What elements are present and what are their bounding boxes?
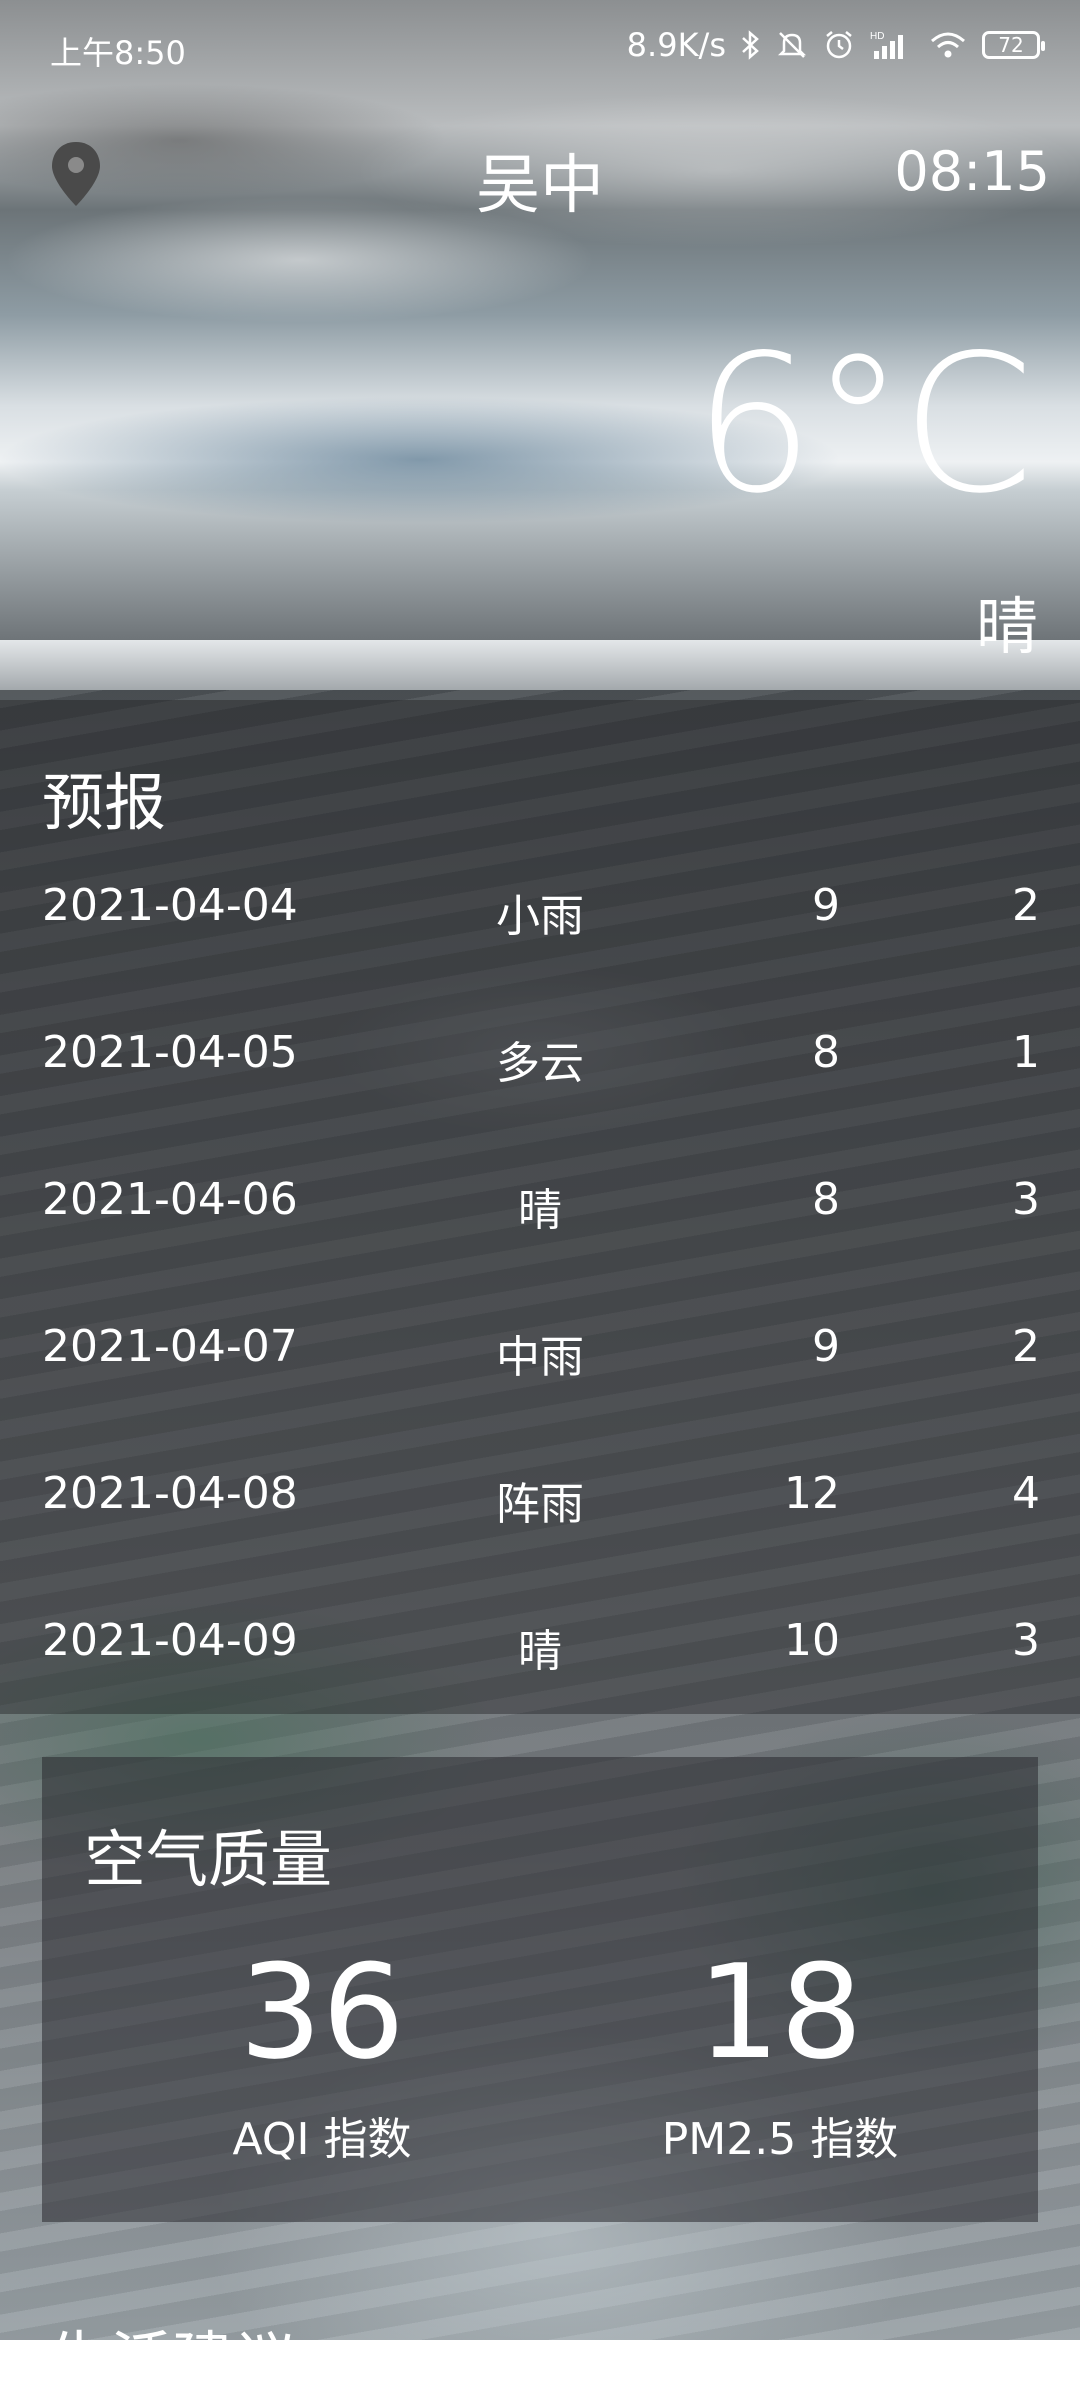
forecast-row: 2021-04-04 小雨 9 2 (0, 850, 1080, 960)
forecast-min: 1 (1012, 1027, 1040, 1078)
air-quality-title: 空气质量 (84, 1823, 333, 1896)
aqi-block: 36 AQI 指数 (102, 1947, 542, 2167)
forecast-condition: 晴 (518, 1185, 562, 1236)
status-bar: 上午8:50 8.9K/s HD 72 (0, 0, 1080, 96)
forecast-row: 2021-04-08 阵雨 12 4 (0, 1438, 1080, 1548)
svg-text:HD: HD (870, 31, 884, 42)
forecast-min: 3 (1012, 1174, 1040, 1225)
net-speed: 8.9K/s (626, 26, 726, 64)
forecast-date: 2021-04-04 (42, 880, 298, 931)
aqi-label: AQI 指数 (232, 2114, 412, 2165)
status-icons: 8.9K/s HD 72 (626, 26, 1045, 64)
battery-level: 72 (998, 33, 1024, 57)
forecast-max: 12 (784, 1468, 840, 1519)
forecast-row: 2021-04-09 晴 10 3 (0, 1585, 1080, 1695)
life-suggestion-title: 生活建议 (48, 2324, 297, 2397)
forecast-condition: 小雨 (496, 891, 584, 942)
forecast-title: 预报 (42, 766, 167, 839)
forecast-condition: 晴 (518, 1626, 562, 1677)
forecast-max: 9 (812, 1321, 840, 1372)
forecast-row: 2021-04-06 晴 8 3 (0, 1144, 1080, 1254)
forecast-date: 2021-04-08 (42, 1468, 298, 1519)
forecast-date: 2021-04-06 (42, 1174, 298, 1225)
signal-icon: HD (870, 29, 914, 61)
forecast-panel: 预报 2021-04-04 小雨 9 2 2021-04-05 多云 8 1 2… (0, 700, 1080, 1714)
mute-bell-icon (776, 29, 808, 61)
current-temperature: 6°C (693, 314, 1034, 535)
current-condition: 晴 (975, 590, 1038, 663)
forecast-row: 2021-04-05 多云 8 1 (0, 997, 1080, 1107)
bluetooth-icon (740, 29, 762, 61)
forecast-min: 4 (1012, 1468, 1040, 1519)
forecast-max: 9 (812, 880, 840, 931)
alarm-icon (822, 28, 856, 62)
wifi-icon (928, 29, 968, 61)
forecast-max: 8 (812, 1174, 840, 1225)
forecast-condition: 阵雨 (496, 1479, 584, 1530)
forecast-row: 2021-04-07 中雨 9 2 (0, 1291, 1080, 1401)
forecast-condition: 多云 (496, 1038, 584, 1089)
air-quality-card: 空气质量 36 AQI 指数 18 PM2.5 指数 (42, 1757, 1038, 2222)
status-time: 上午8:50 (50, 34, 186, 72)
forecast-date: 2021-04-05 (42, 1027, 298, 1078)
forecast-min: 3 (1012, 1615, 1040, 1666)
forecast-date: 2021-04-09 (42, 1615, 298, 1666)
pm25-block: 18 PM2.5 指数 (560, 1947, 1000, 2167)
forecast-max: 10 (784, 1615, 840, 1666)
forecast-condition: 中雨 (496, 1332, 584, 1383)
aqi-value: 36 (239, 1936, 405, 2088)
update-time: 08:15 (894, 140, 1050, 203)
pm25-value: 18 (697, 1936, 863, 2088)
forecast-max: 8 (812, 1027, 840, 1078)
forecast-date: 2021-04-07 (42, 1321, 298, 1372)
battery-icon: 72 (982, 31, 1045, 59)
forecast-min: 2 (1012, 1321, 1040, 1372)
forecast-min: 2 (1012, 880, 1040, 931)
pm25-label: PM2.5 指数 (661, 2114, 899, 2165)
